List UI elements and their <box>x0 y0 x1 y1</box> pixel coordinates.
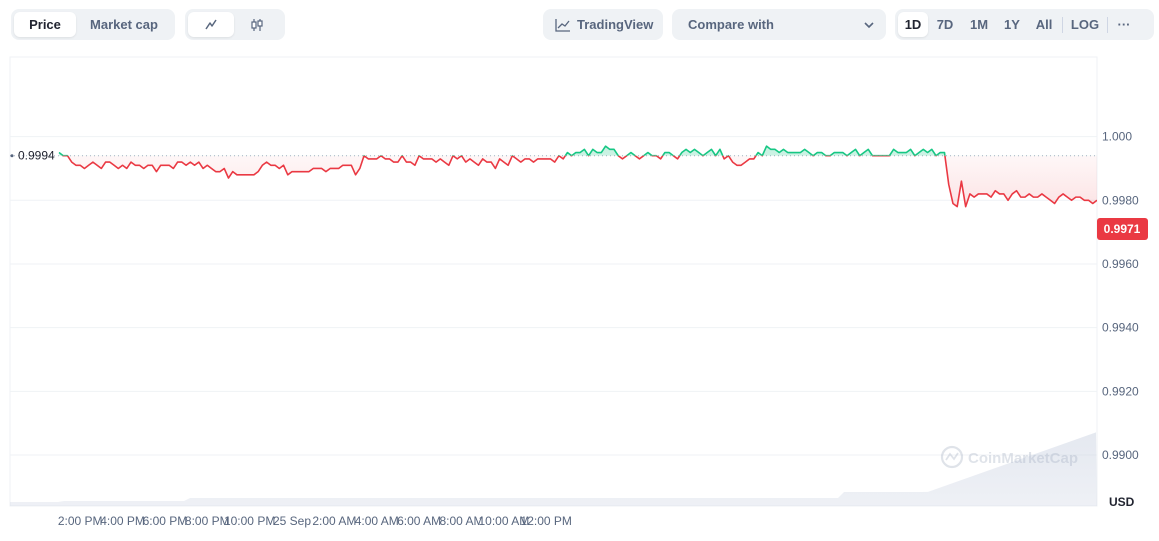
x-tick-label: 8:00 AM <box>439 514 483 528</box>
price-chart-svg[interactable]: 1.000 0.9980 0.9960 0.9940 0.9920 0.9900 USD 2:… <box>0 0 1159 541</box>
price-chart: 1.000 0.9980 0.9960 0.9940 0.9920 0.9900 USD 2:… <box>0 0 1159 541</box>
y-tick-label: 0.9940 <box>1102 321 1139 335</box>
price-line-up <box>58 145 946 156</box>
y-axis-unit-label: USD <box>1109 495 1135 509</box>
price-area-up <box>59 146 1097 156</box>
x-tick-label: 4:00 AM <box>355 514 399 528</box>
price-area-down <box>67 155 1097 207</box>
y-tick-label: 1.000 <box>1102 130 1132 144</box>
volume-area <box>10 432 1097 506</box>
plot-frame <box>9 56 1098 507</box>
baseline-marker <box>10 154 14 158</box>
y-tick-label: 0.9900 <box>1102 448 1139 462</box>
x-tick-label: 6:00 AM <box>397 514 441 528</box>
watermark-text: CoinMarketCap <box>968 450 1078 467</box>
coinmarketcap-watermark: CoinMarketCap <box>940 445 1078 469</box>
y-tick-label: 0.9960 <box>1102 257 1139 271</box>
x-tick-label: 12:00 PM <box>521 514 572 528</box>
current-price-label: 0.9971 <box>1104 222 1141 236</box>
x-tick-label: 2:00 AM <box>312 514 356 528</box>
baseline-price-label: 0.9994 <box>18 149 55 163</box>
coinmarketcap-logo-icon <box>940 445 964 469</box>
x-tick-label: 6:00 PM <box>143 514 188 528</box>
y-tick-label: 0.9980 <box>1102 193 1139 207</box>
current-price-tag <box>1097 217 1148 240</box>
coinmarketcap-logo-mark <box>945 452 959 461</box>
x-tick-label: 4:00 PM <box>100 514 145 528</box>
x-tick-label: 10:00 PM <box>224 514 275 528</box>
x-tick-label: 10:00 AM <box>479 514 530 528</box>
price-line-down <box>61 155 1097 208</box>
y-tick-label: 0.9920 <box>1102 384 1139 398</box>
x-tick-label: 25 Sep <box>273 514 311 528</box>
x-tick-label: 2:00 PM <box>58 514 103 528</box>
x-tick-label: 8:00 PM <box>185 514 230 528</box>
